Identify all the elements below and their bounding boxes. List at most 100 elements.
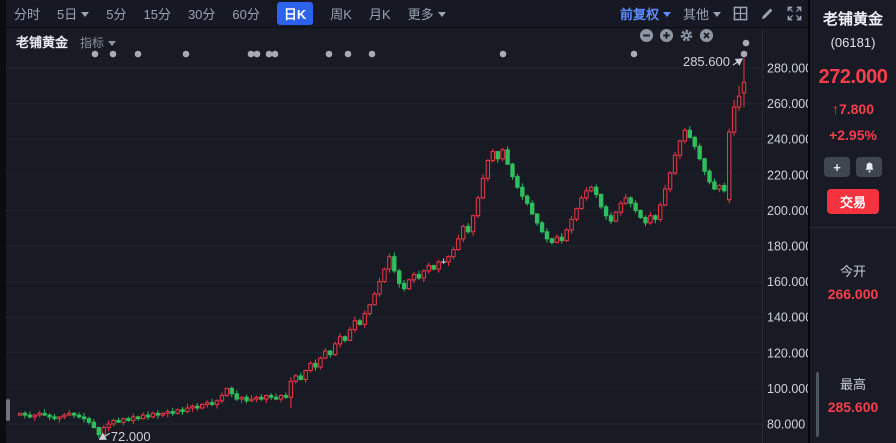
trade-button[interactable]: 交易 bbox=[827, 189, 879, 214]
candle-body bbox=[353, 321, 356, 330]
candle-body bbox=[663, 189, 666, 205]
candle-body bbox=[422, 271, 425, 278]
event-marker-dot[interactable] bbox=[135, 51, 142, 58]
candle-body bbox=[585, 191, 588, 198]
chart-stock-name: 老铺黄金 bbox=[16, 32, 68, 51]
event-marker-dot[interactable] bbox=[741, 51, 748, 58]
candle-body bbox=[481, 178, 484, 198]
y-axis-tick-label: 160.000 bbox=[767, 275, 812, 289]
event-marker-dot[interactable] bbox=[266, 51, 273, 58]
event-marker-dot[interactable] bbox=[110, 51, 117, 58]
quote-stock-name: 老铺黄金 bbox=[823, 8, 883, 29]
candle-body bbox=[68, 413, 71, 415]
candle-body bbox=[447, 257, 450, 262]
close-icon[interactable] bbox=[699, 28, 714, 43]
candle-body bbox=[398, 271, 401, 283]
y-axis-tick-label: 180.000 bbox=[767, 240, 812, 254]
candle-body bbox=[358, 321, 361, 325]
high-annotation-arrow bbox=[733, 59, 742, 65]
candle-body bbox=[127, 419, 130, 421]
field-open: 今开 266.000 bbox=[828, 261, 879, 302]
panel-scrollbar-thumb[interactable] bbox=[816, 372, 819, 437]
candle-body bbox=[668, 173, 671, 189]
add-to-watchlist-button[interactable]: + bbox=[824, 157, 850, 177]
candle-body bbox=[491, 152, 494, 161]
candle-body bbox=[338, 337, 341, 344]
price-alert-button[interactable] bbox=[856, 157, 882, 177]
event-marker-dot[interactable] bbox=[500, 51, 507, 58]
candle-body bbox=[284, 396, 287, 398]
candle-body bbox=[368, 305, 371, 314]
candle-body bbox=[112, 420, 115, 424]
candle-body bbox=[373, 294, 376, 305]
candle-body bbox=[146, 415, 149, 417]
candle-body bbox=[210, 403, 213, 405]
candle-body bbox=[703, 159, 706, 171]
candle-body bbox=[599, 194, 602, 206]
candle-body bbox=[629, 198, 632, 203]
event-marker-dot[interactable] bbox=[631, 51, 638, 58]
candle-body bbox=[250, 399, 253, 401]
event-marker-dot[interactable] bbox=[345, 51, 352, 58]
candle-body bbox=[560, 237, 563, 241]
candle-body bbox=[673, 155, 676, 173]
y-axis-tick-label: 140.000 bbox=[767, 311, 812, 325]
event-marker-dot[interactable] bbox=[183, 51, 190, 58]
candle-body bbox=[38, 413, 41, 415]
zoom-out-icon[interactable] bbox=[639, 28, 654, 43]
candle-body bbox=[516, 177, 519, 188]
candle-body bbox=[235, 394, 238, 399]
candle-body bbox=[48, 415, 51, 417]
indicator-label: 指标 bbox=[80, 34, 104, 51]
candle-body bbox=[462, 226, 465, 238]
candle-body bbox=[299, 376, 302, 380]
candle-body bbox=[595, 187, 598, 194]
candle-body bbox=[407, 280, 410, 289]
indicator-dropdown[interactable]: 指标 bbox=[80, 34, 116, 51]
candle-body bbox=[535, 214, 538, 223]
settings-gear-icon[interactable] bbox=[679, 28, 694, 43]
candle-body bbox=[343, 337, 346, 341]
high-label: 最高 bbox=[828, 374, 879, 393]
candle-body bbox=[186, 408, 189, 412]
candle-body bbox=[614, 212, 617, 221]
candle-body bbox=[53, 417, 56, 419]
candle-body bbox=[171, 412, 174, 414]
field-high: 最高 285.600 bbox=[828, 374, 879, 415]
quote-quick-buttons: + bbox=[824, 157, 882, 177]
event-marker-dot[interactable] bbox=[326, 51, 333, 58]
candle-body bbox=[486, 161, 489, 179]
candle-body bbox=[166, 412, 169, 414]
candle-body bbox=[718, 185, 721, 189]
event-marker-dot[interactable] bbox=[92, 51, 99, 58]
y-axis-tick-label: 280.000 bbox=[767, 62, 812, 76]
y-axis-tick-label: 100.000 bbox=[767, 382, 812, 396]
candle-body bbox=[388, 257, 391, 269]
candle-body bbox=[137, 417, 140, 419]
event-marker-dot[interactable] bbox=[254, 51, 261, 58]
candle-body bbox=[18, 413, 21, 415]
event-marker-dot[interactable] bbox=[248, 51, 255, 58]
zoom-in-icon[interactable] bbox=[659, 28, 674, 43]
event-marker-dot[interactable] bbox=[272, 51, 279, 58]
left-edge-scrollbar[interactable] bbox=[6, 399, 10, 421]
candle-body bbox=[457, 239, 460, 250]
candle-body bbox=[72, 413, 75, 415]
candle-body bbox=[82, 417, 85, 419]
candle-body bbox=[639, 210, 642, 217]
candle-body bbox=[77, 415, 80, 417]
event-marker-dot[interactable] bbox=[369, 51, 376, 58]
event-marker-dot[interactable] bbox=[743, 40, 750, 47]
candle-body bbox=[619, 203, 622, 212]
candle-body bbox=[304, 371, 307, 380]
candle-body bbox=[87, 419, 90, 423]
y-axis-tick-label: 120.000 bbox=[767, 346, 812, 360]
candlestick-chart[interactable]: 280.000260.000240.000220.000200.000180.0… bbox=[6, 0, 814, 443]
quote-panel: 老铺黄金 (06181) 272.000 ↑7.800 +2.95% + 交易 … bbox=[808, 0, 896, 443]
candle-body bbox=[363, 314, 366, 325]
candle-body bbox=[427, 266, 430, 271]
candle-body bbox=[28, 415, 31, 417]
candle-body bbox=[526, 196, 529, 203]
chevron-down-icon bbox=[108, 41, 116, 46]
candle-body bbox=[334, 344, 337, 355]
